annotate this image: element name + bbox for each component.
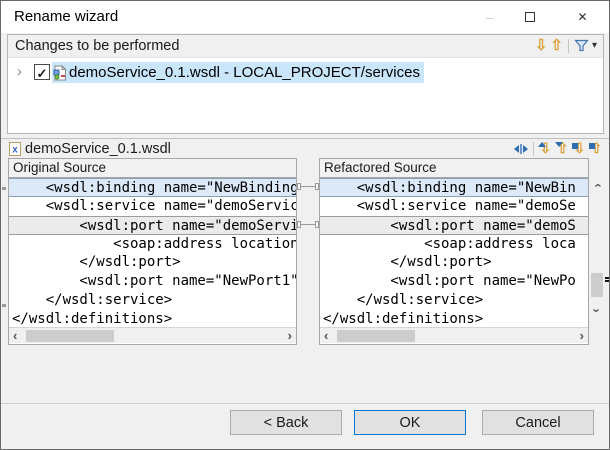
scroll-up-icon[interactable]: › [591, 178, 603, 193]
next-change-icon[interactable]: ⇩ [535, 37, 548, 54]
filter-menu-icon[interactable]: ▾ [592, 40, 597, 51]
original-source-pane[interactable]: Original Source <wsdl:binding name="NewB… [8, 158, 297, 345]
expand-chevron-icon[interactable]: › [17, 63, 22, 80]
diff-overview-marker [605, 280, 610, 282]
code-line: <soap:address loca [320, 235, 588, 254]
code-line: </wsdl:service> [9, 291, 296, 310]
compare-header: x demoService_0.1.wsdl ⇩ ⇧ [1, 138, 609, 158]
compare-file-label: demoService_0.1.wsdl [25, 141, 171, 157]
code-line: <wsdl:port name="NewPo [320, 272, 588, 291]
refactored-source-editor[interactable]: <wsdl:binding name="NewBin <wsdl:service… [320, 178, 588, 327]
rename-wizard-dialog: Rename wizard – ✕ Changes to be performe… [0, 0, 610, 450]
minimize-button[interactable]: – [473, 1, 506, 33]
next-difference-icon[interactable]: ⇩ [538, 140, 553, 157]
back-button[interactable]: < Back [230, 410, 342, 435]
cancel-button[interactable]: Cancel [482, 410, 594, 435]
ok-button[interactable]: OK [354, 410, 466, 435]
previous-change-icon[interactable]: ⇧ [589, 140, 604, 157]
checkmark-icon: ✓ [37, 66, 48, 81]
tree-item-label: demoService_0.1.wsdl - LOCAL_PROJECT/ser… [69, 64, 420, 81]
tree-item-selection[interactable]: demoService_0.1.wsdl - LOCAL_PROJECT/ser… [52, 62, 424, 83]
scroll-down-icon[interactable]: › [591, 303, 603, 318]
left-overview-ruler [1, 158, 8, 345]
horizontal-scrollbar[interactable]: ‹ › [9, 327, 296, 343]
changes-panel-header: Changes to be performed ⇩ ⇧ ▾ [8, 35, 603, 58]
window-title: Rename wizard [14, 8, 118, 25]
diff-connector-column [297, 158, 319, 345]
right-overview-ruler [605, 177, 610, 319]
horizontal-scrollbar[interactable]: ‹ › [320, 327, 588, 343]
code-line: <wsdl:port name="NewPort1" [9, 272, 296, 291]
code-line-changed: <wsdl:port name="demoS [320, 216, 588, 235]
tree-row[interactable]: › ✓ demoService_0.1.wsdl - LOCAL_PROJECT… [8, 62, 603, 84]
button-bar-separator [1, 403, 609, 404]
scrollbar-thumb[interactable] [26, 330, 114, 342]
previous-change-icon[interactable]: ⇧ [550, 37, 563, 54]
code-line: </wsdl:port> [9, 253, 296, 272]
toolbar-separator [568, 39, 569, 53]
changes-panel-title: Changes to be performed [15, 38, 179, 54]
diff-connector-tab [297, 183, 301, 190]
code-line: </wsdl:definitions> [320, 310, 588, 327]
previous-difference-icon[interactable]: ⇧ [555, 140, 570, 157]
refactored-source-header: Refactored Source [320, 159, 588, 178]
changes-panel: Changes to be performed ⇩ ⇧ ▾ › ✓ [7, 34, 604, 134]
maximize-button[interactable] [513, 1, 546, 33]
svg-text:x: x [12, 145, 18, 156]
code-line: </wsdl:definitions> [9, 310, 296, 327]
code-line-current-diff: <wsdl:binding name="NewBinding [9, 178, 296, 197]
refactored-source-pane[interactable]: Refactored Source <wsdl:binding name="Ne… [319, 158, 589, 345]
original-source-editor[interactable]: <wsdl:binding name="NewBinding <wsdl:ser… [9, 178, 296, 327]
code-line-changed: <wsdl:port name="demoServi [9, 216, 296, 235]
scrollbar-thumb[interactable] [337, 330, 415, 342]
code-line: </wsdl:service> [320, 291, 588, 310]
wsdl-file-icon [53, 65, 67, 81]
diff-marker [2, 187, 6, 190]
scroll-left-icon[interactable]: ‹ [324, 328, 328, 343]
code-line: </wsdl:port> [320, 253, 588, 272]
swap-left-right-icon[interactable] [513, 142, 529, 156]
minimize-icon: – [486, 10, 493, 25]
xml-file-icon: x [9, 142, 21, 156]
scroll-right-icon[interactable]: › [580, 328, 584, 343]
diff-marker [2, 304, 6, 307]
change-checkbox[interactable]: ✓ [34, 64, 50, 80]
diff-overview-marker [605, 277, 610, 279]
vertical-scrollbar[interactable]: › › [589, 177, 605, 319]
close-icon: ✕ [577, 10, 587, 24]
code-line: <soap:address location [9, 235, 296, 254]
scroll-left-icon[interactable]: ‹ [13, 328, 17, 343]
filter-icon[interactable] [574, 38, 589, 53]
changes-tree[interactable]: › ✓ demoService_0.1.wsdl - LOCAL_PROJECT… [8, 58, 603, 133]
next-change-icon[interactable]: ⇩ [572, 140, 587, 157]
title-bar: Rename wizard – ✕ [1, 1, 609, 33]
maximize-icon [525, 12, 535, 22]
scrollbar-thumb[interactable] [591, 273, 603, 297]
toolbar-separator [533, 142, 534, 156]
code-line-current-diff: <wsdl:binding name="NewBin [320, 178, 588, 197]
scroll-right-icon[interactable]: › [288, 328, 292, 343]
original-source-header: Original Source [9, 159, 296, 178]
diff-connector-tab [297, 221, 301, 228]
close-button[interactable]: ✕ [566, 1, 599, 33]
code-line: <wsdl:service name="demoServic [9, 197, 296, 216]
code-line: <wsdl:service name="demoSe [320, 197, 588, 216]
